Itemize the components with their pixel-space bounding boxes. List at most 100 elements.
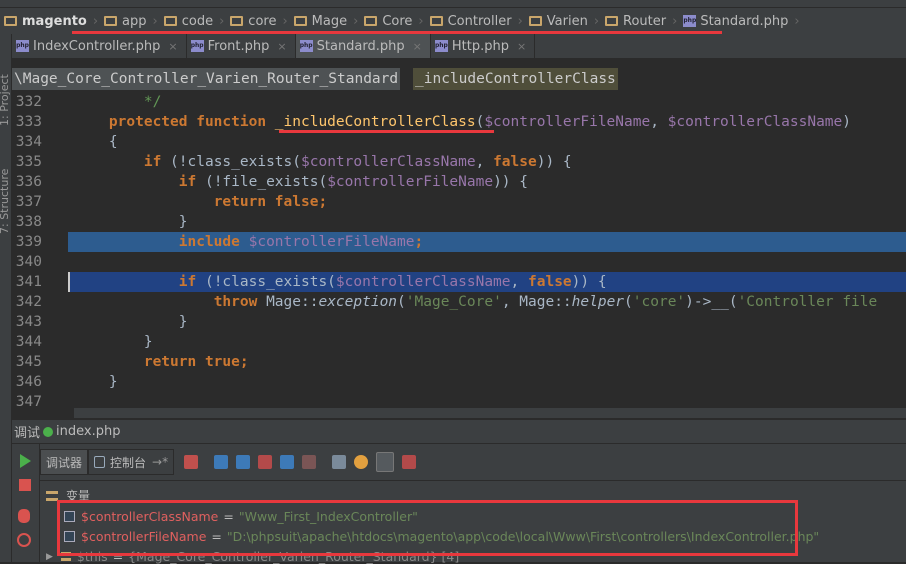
code-line[interactable]: 332 */ — [12, 92, 906, 112]
breadcrumb-label: Core — [382, 13, 413, 29]
folder-icon — [4, 16, 17, 26]
code-line[interactable]: 334 { — [12, 132, 906, 152]
code-line[interactable]: 333 protected function _includeControlle… — [12, 112, 906, 132]
code-token: 'Mage_Core' — [405, 294, 502, 310]
code-token: $controllerClassName — [667, 114, 843, 130]
breadcrumb-item[interactable]: magento — [0, 14, 91, 29]
code-text: include $controllerFileName; — [74, 232, 423, 252]
code-line[interactable]: 338 } — [12, 212, 906, 232]
breadcrumb-item[interactable]: php Standard.php — [679, 14, 792, 29]
code-line[interactable]: 342 throw Mage::exception('Mage_Core', M… — [12, 292, 906, 312]
breadcrumb-label: core — [248, 13, 277, 29]
stop-icon[interactable] — [19, 479, 31, 491]
tab-standard-php[interactable]: php Standard.php × — [295, 34, 431, 58]
step-into-icon[interactable] — [236, 455, 251, 469]
code-line[interactable]: 345 return true; — [12, 352, 906, 372]
line-number: 346 — [15, 374, 42, 390]
code-token: false — [493, 154, 537, 170]
restore-layout-icon[interactable] — [402, 455, 417, 469]
toggle-view-icon[interactable] — [376, 452, 395, 472]
chevron-right-icon: › — [219, 13, 225, 29]
code-text: if (!class_exists($controllerClassName, … — [74, 272, 607, 292]
project-tool-button[interactable]: 1: Project — [0, 74, 11, 126]
code-token: )) { — [571, 274, 607, 290]
code-token: if — [178, 174, 205, 190]
breadcrumb-item[interactable]: code — [160, 14, 217, 29]
expand-arrow-icon[interactable]: ▶ — [46, 552, 53, 562]
tab-debugger[interactable]: 调试器 — [40, 449, 89, 475]
tab-http-php[interactable]: php Http.php × — [431, 34, 536, 58]
code-token: ) — [842, 114, 852, 130]
code-token: exception — [318, 294, 398, 310]
step-out-icon[interactable] — [280, 455, 295, 469]
code-line[interactable]: 337 return false; — [12, 192, 906, 212]
horizontal-scrollbar[interactable] — [74, 408, 906, 418]
code-line[interactable]: 335 if (!class_exists($controllerClassNa… — [12, 152, 906, 172]
step-over-icon[interactable] — [214, 455, 229, 469]
code-token: } — [74, 214, 188, 230]
close-icon[interactable]: × — [168, 40, 177, 53]
breadcrumb-item[interactable]: app — [100, 14, 150, 29]
code-token: if — [143, 154, 171, 170]
php-file-icon: php — [190, 40, 204, 52]
breadcrumb-item[interactable]: Mage — [290, 14, 351, 29]
breadcrumb-item[interactable]: core — [226, 14, 280, 29]
code-token: )) { — [536, 154, 572, 170]
code-token: { — [74, 134, 118, 150]
code-text: } — [74, 372, 118, 392]
chevron-right-icon: › — [282, 13, 288, 29]
breadcrumb-item[interactable]: Core — [360, 14, 416, 29]
mute-breakpoints-icon[interactable] — [17, 533, 31, 547]
code-line[interactable]: 336 if (!file_exists($controllerFileName… — [12, 172, 906, 192]
breadcrumb-item[interactable]: Controller — [426, 14, 516, 29]
force-step-into-icon[interactable] — [258, 455, 273, 469]
debug-file[interactable]: index.php — [56, 424, 120, 439]
folder-icon — [364, 16, 378, 26]
code-text: protected function _includeControllerCla… — [74, 112, 851, 132]
code-token: _includeControllerClass — [274, 114, 476, 130]
code-line[interactable]: 344 } — [12, 332, 906, 352]
code-text: return true; — [74, 352, 249, 372]
tab-indexcontroller-php[interactable]: php IndexController.php × — [12, 34, 187, 58]
annotation-underline — [279, 130, 494, 133]
close-icon[interactable]: × — [517, 40, 526, 53]
tab-label: Front.php — [207, 38, 270, 54]
code-token: , — [510, 274, 528, 290]
show-execution-point-icon[interactable] — [184, 455, 199, 469]
line-number: 345 — [15, 354, 42, 370]
watch-icon[interactable] — [354, 455, 369, 469]
code-token: include — [178, 234, 249, 250]
code-line[interactable]: 341 if (!class_exists($controllerClassNa… — [12, 272, 906, 292]
code-line[interactable]: 343 } — [12, 312, 906, 332]
code-line[interactable]: 339 include $controllerFileName; — [12, 232, 906, 252]
tab-debugger-label: 调试器 — [46, 455, 83, 470]
bug-icon — [43, 426, 54, 437]
code-token: */ — [143, 94, 162, 110]
view-breakpoints-icon[interactable] — [18, 509, 30, 523]
code-text: } — [74, 212, 188, 232]
tab-console[interactable]: 控制台 →* — [88, 449, 175, 475]
console-arrow: →* — [152, 455, 169, 469]
breadcrumb-label: Mage — [311, 13, 348, 29]
breadcrumb-item[interactable]: Varien — [525, 14, 592, 29]
close-icon[interactable]: × — [413, 40, 422, 53]
code-line[interactable]: 346 } — [12, 372, 906, 392]
close-icon[interactable]: × — [277, 40, 286, 53]
run-to-cursor-icon[interactable] — [302, 455, 317, 469]
tab-front-php[interactable]: php Front.php × — [187, 34, 296, 58]
line-number: 347 — [15, 394, 42, 410]
resume-icon[interactable] — [20, 454, 31, 468]
path-method[interactable]: _includeControllerClass — [413, 68, 618, 90]
evaluate-expression-icon[interactable] — [332, 455, 347, 469]
folder-icon — [230, 16, 244, 26]
breadcrumb-label: Controller — [447, 13, 512, 29]
path-class[interactable]: \Mage_Core_Controller_Varien_Router_Stan… — [12, 68, 401, 90]
breadcrumb-item[interactable]: Router — [601, 14, 670, 29]
line-number: 343 — [15, 314, 42, 330]
structure-tool-button[interactable]: 7: Structure — [0, 169, 11, 234]
code-token: ( — [624, 294, 633, 310]
code-line[interactable]: 340 — [12, 252, 906, 272]
code-editor[interactable]: 332 */333 protected function _includeCon… — [12, 92, 906, 410]
